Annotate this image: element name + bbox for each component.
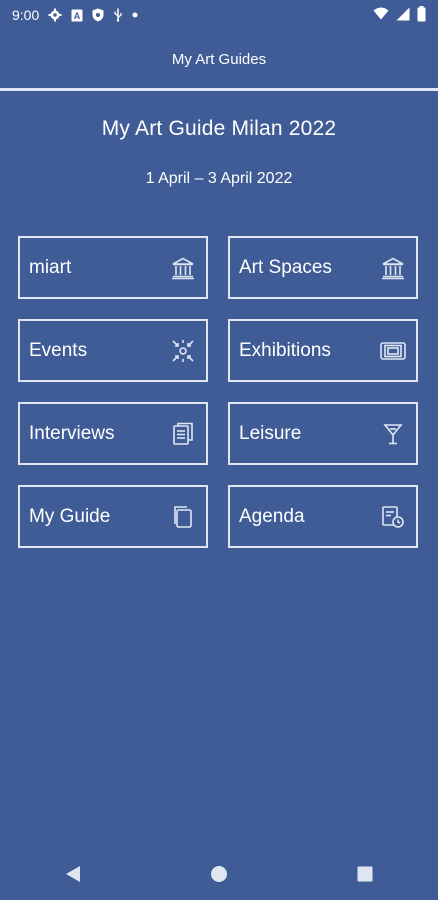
museum-icon — [170, 255, 196, 281]
home-button[interactable] — [189, 854, 249, 894]
tile-label: Events — [29, 339, 88, 361]
tile-exhibitions[interactable]: Exhibitions — [228, 319, 418, 382]
home-icon — [211, 866, 227, 882]
svg-text:A: A — [74, 11, 81, 21]
tile-label: My Guide — [29, 505, 111, 527]
tile-label: miart — [29, 256, 72, 278]
dot-icon — [132, 12, 138, 18]
back-button[interactable] — [43, 854, 103, 894]
status-right — [373, 5, 426, 25]
tile-agenda[interactable]: Agenda — [228, 485, 418, 548]
tile-label: Leisure — [239, 422, 302, 444]
document-icon — [170, 421, 196, 447]
guide-title: My Art Guide Milan 2022 — [101, 117, 337, 140]
tile-leisure[interactable]: Leisure — [228, 402, 418, 465]
back-icon — [66, 866, 80, 882]
museum-icon — [380, 255, 406, 281]
tile-label: Interviews — [29, 422, 115, 444]
app-bar-divider — [0, 88, 438, 91]
frames-icon — [380, 338, 406, 364]
tile-miart[interactable]: miart — [18, 236, 208, 299]
tile-label: Agenda — [239, 505, 305, 527]
tile-my-guide[interactable]: My Guide — [18, 485, 208, 548]
tile-interviews[interactable]: Interviews — [18, 402, 208, 465]
tile-label: Exhibitions — [239, 339, 331, 361]
usb-icon — [113, 8, 123, 22]
app-title: My Art Guides — [171, 50, 267, 68]
a-icon: A — [71, 9, 83, 22]
tile-label: Art Spaces — [239, 256, 332, 278]
tile-events[interactable]: Events — [18, 319, 208, 382]
navigation-bar — [0, 848, 438, 900]
guide-dates: 1 April – 3 April 2022 — [145, 170, 293, 187]
copy-icon — [170, 504, 196, 530]
recents-icon — [357, 866, 373, 882]
status-left: 9:00 A — [12, 7, 138, 23]
wifi-icon — [373, 7, 389, 23]
signal-icon — [396, 7, 410, 24]
app-bar: My Art Guides — [0, 30, 438, 88]
cocktail-icon — [380, 421, 406, 447]
status-bar: 9:00 A — [0, 0, 438, 30]
status-time: 9:00 — [12, 7, 40, 23]
sparkle-arrows-icon — [170, 338, 196, 364]
recents-button[interactable] — [335, 854, 395, 894]
tile-art-spaces[interactable]: Art Spaces — [228, 236, 418, 299]
settings-icon — [48, 8, 62, 22]
calendar-clock-icon — [380, 504, 406, 530]
shield-icon — [92, 8, 104, 22]
battery-icon — [417, 5, 426, 25]
